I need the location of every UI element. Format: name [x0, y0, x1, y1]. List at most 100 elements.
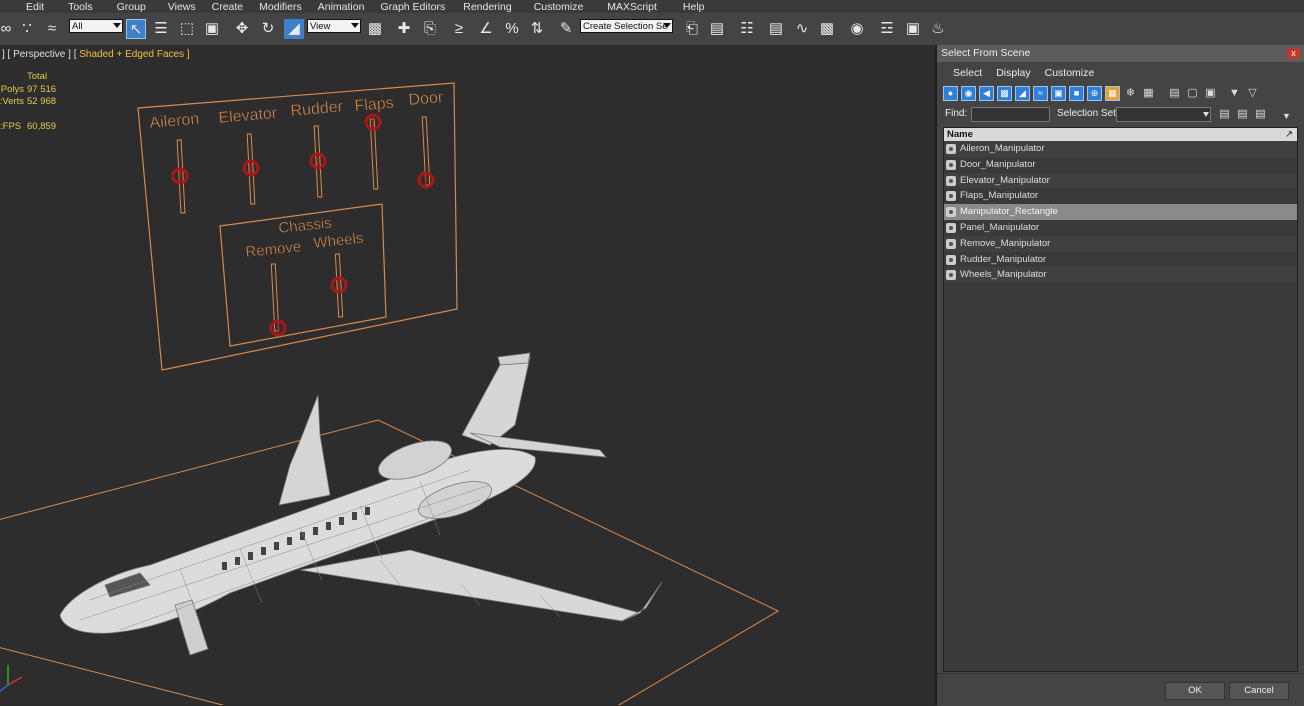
menu-modifiers[interactable]: Modifiers: [251, 1, 310, 13]
chevron-down-icon: [351, 23, 359, 28]
menu-group[interactable]: Group: [101, 1, 154, 13]
schematic-view-icon[interactable]: ▩: [817, 19, 837, 39]
select-by-name-icon[interactable]: ☰: [151, 19, 171, 39]
list-item[interactable]: Flaps_Manipulator: [944, 188, 1297, 204]
dialog-button-bar: OK Cancel: [937, 673, 1304, 706]
list-item[interactable]: Elevator_Manipulator: [944, 172, 1297, 189]
list-item[interactable]: Panel_Manipulator: [944, 220, 1297, 236]
menu-create[interactable]: Create: [204, 1, 252, 13]
filter-containers-icon[interactable]: ▦: [1105, 86, 1120, 101]
dialog-menu-customize[interactable]: Customize: [1038, 65, 1102, 81]
scene-canvas: Aileron Elevator Rudder Flaps Door Chass…: [0, 82, 780, 705]
filter-geometry-icon[interactable]: ●: [943, 86, 958, 101]
bind-spacewarp-icon[interactable]: ≈: [42, 19, 62, 39]
selection-filter-dropdown[interactable]: All: [69, 19, 123, 33]
filter-groups-icon[interactable]: ▣: [1051, 86, 1066, 101]
object-icon: [946, 144, 956, 154]
airplane-model[interactable]: [59, 352, 663, 656]
filter-bones-icon[interactable]: ⊕: [1087, 86, 1102, 101]
menu-maxscript[interactable]: MAXScript: [591, 1, 665, 13]
spinner-snap-icon[interactable]: ⇅: [527, 19, 547, 39]
select-none-icon[interactable]: ▢: [1185, 86, 1200, 101]
menu-tools[interactable]: Tools: [52, 1, 101, 13]
menu-rendering[interactable]: Rendering: [453, 1, 519, 13]
menu-animation[interactable]: Animation: [310, 1, 373, 13]
select-invert-icon[interactable]: ▣: [1203, 86, 1218, 101]
named-selection-dropdown[interactable]: Create Selection Se: [580, 19, 673, 33]
find-input[interactable]: [971, 107, 1050, 122]
filter-cameras-icon[interactable]: ▩: [997, 86, 1012, 101]
list-item[interactable]: Wheels_Manipulator: [944, 267, 1297, 284]
menu-edit[interactable]: Edit: [0, 1, 52, 13]
list-item[interactable]: Rudder_Manipulator: [944, 252, 1297, 268]
filter-spacewarps-icon[interactable]: ≈: [1033, 86, 1048, 101]
filter-hidden-icon[interactable]: ▦: [1141, 86, 1156, 101]
material-editor-icon[interactable]: ◉: [847, 19, 867, 39]
rendered-frame-icon[interactable]: ▣: [903, 19, 923, 39]
find-row: Find: Selection Set: ▤ ▤ ▤ ▼: [943, 107, 1298, 123]
aileron-slider-track[interactable]: [176, 139, 186, 214]
list-item[interactable]: Remove_Manipulator: [944, 235, 1297, 252]
menu-customize[interactable]: Customize: [520, 1, 592, 13]
create-set-icon[interactable]: ▤: [1217, 107, 1232, 122]
cancel-button[interactable]: Cancel: [1229, 682, 1289, 700]
align-icon[interactable]: ▤: [707, 19, 727, 39]
move-icon[interactable]: ✥: [232, 19, 252, 39]
menu-help[interactable]: Help: [665, 1, 713, 13]
airplane-tail: [461, 356, 531, 446]
unlink-icon[interactable]: ∵: [17, 19, 37, 39]
ok-button[interactable]: OK: [1165, 682, 1225, 700]
percent-snap-icon[interactable]: %: [502, 19, 522, 39]
rotate-icon[interactable]: ↻: [258, 19, 278, 39]
filter-xrefs-icon[interactable]: ■: [1069, 86, 1084, 101]
render-setup-icon[interactable]: ☲: [877, 19, 897, 39]
perspective-viewport[interactable]: ] [ Perspective ] [ Shaded + Edged Faces…: [0, 45, 935, 705]
select-all-icon[interactable]: ▤: [1167, 86, 1182, 101]
chevron-down-icon[interactable]: ▼: [1279, 109, 1294, 124]
select-object-icon[interactable]: ↖: [126, 19, 146, 39]
object-icon: [946, 159, 956, 170]
select-manipulate-icon[interactable]: ✚: [394, 19, 414, 39]
mirror-icon[interactable]: ⎗: [682, 19, 702, 39]
rectangular-selection-icon[interactable]: ⬚: [177, 19, 197, 39]
remove-from-set-icon[interactable]: ▤: [1253, 107, 1268, 122]
link-icon[interactable]: ∞: [0, 19, 16, 39]
add-to-set-icon[interactable]: ▤: [1235, 107, 1250, 122]
remove-label: Remove: [245, 238, 302, 261]
filter-lights-icon[interactable]: ◀: [979, 86, 994, 101]
list-item[interactable]: Aileron_Manipulator: [944, 141, 1297, 157]
object-icon: [946, 238, 956, 249]
dialog-title-bar[interactable]: Select From Scene x: [937, 45, 1304, 62]
object-icon: [946, 207, 956, 218]
selection-set-dropdown[interactable]: [1116, 107, 1211, 122]
list-item[interactable]: Door_Manipulator: [944, 157, 1297, 173]
layer-manager-icon[interactable]: ☷: [737, 19, 757, 39]
window-crossing-icon[interactable]: ▣: [202, 19, 222, 39]
dialog-menu-display[interactable]: Display: [989, 65, 1037, 81]
reference-coord-dropdown[interactable]: View: [307, 19, 361, 33]
keyboard-shortcut-icon[interactable]: ⎘: [420, 19, 440, 39]
reference-coord-value: View: [310, 21, 331, 32]
render-teapot-icon[interactable]: ♨: [928, 19, 948, 39]
funnel-options-icon[interactable]: ▽: [1245, 86, 1260, 101]
funnel-icon[interactable]: ▼: [1227, 86, 1242, 101]
find-label: Find:: [945, 108, 968, 119]
snaps-toggle-icon[interactable]: ≥: [449, 19, 469, 39]
pivot-center-icon[interactable]: ▩: [365, 19, 385, 39]
edit-named-selection-icon[interactable]: ✎: [556, 19, 576, 39]
name-column-header[interactable]: Name ↗: [944, 128, 1297, 141]
scene-explorer-icon[interactable]: ▤: [766, 19, 786, 39]
menu-graph-editors[interactable]: Graph Editors: [372, 1, 453, 13]
scale-icon[interactable]: ◢: [284, 19, 304, 39]
curve-editor-icon[interactable]: ∿: [792, 19, 812, 39]
menu-views[interactable]: Views: [154, 1, 204, 13]
filter-shapes-icon[interactable]: ◉: [961, 86, 976, 101]
object-icon: [946, 254, 956, 265]
wheels-label: Wheels: [313, 230, 365, 252]
close-icon[interactable]: x: [1287, 48, 1300, 59]
list-item-selected[interactable]: Manipulator_Rectangle: [944, 204, 1297, 220]
angle-snap-icon[interactable]: ∠: [476, 19, 496, 39]
filter-helpers-icon[interactable]: ◢: [1015, 86, 1030, 101]
dialog-menu-select[interactable]: Select: [937, 65, 989, 81]
filter-frozen-icon[interactable]: ❄: [1123, 86, 1138, 101]
